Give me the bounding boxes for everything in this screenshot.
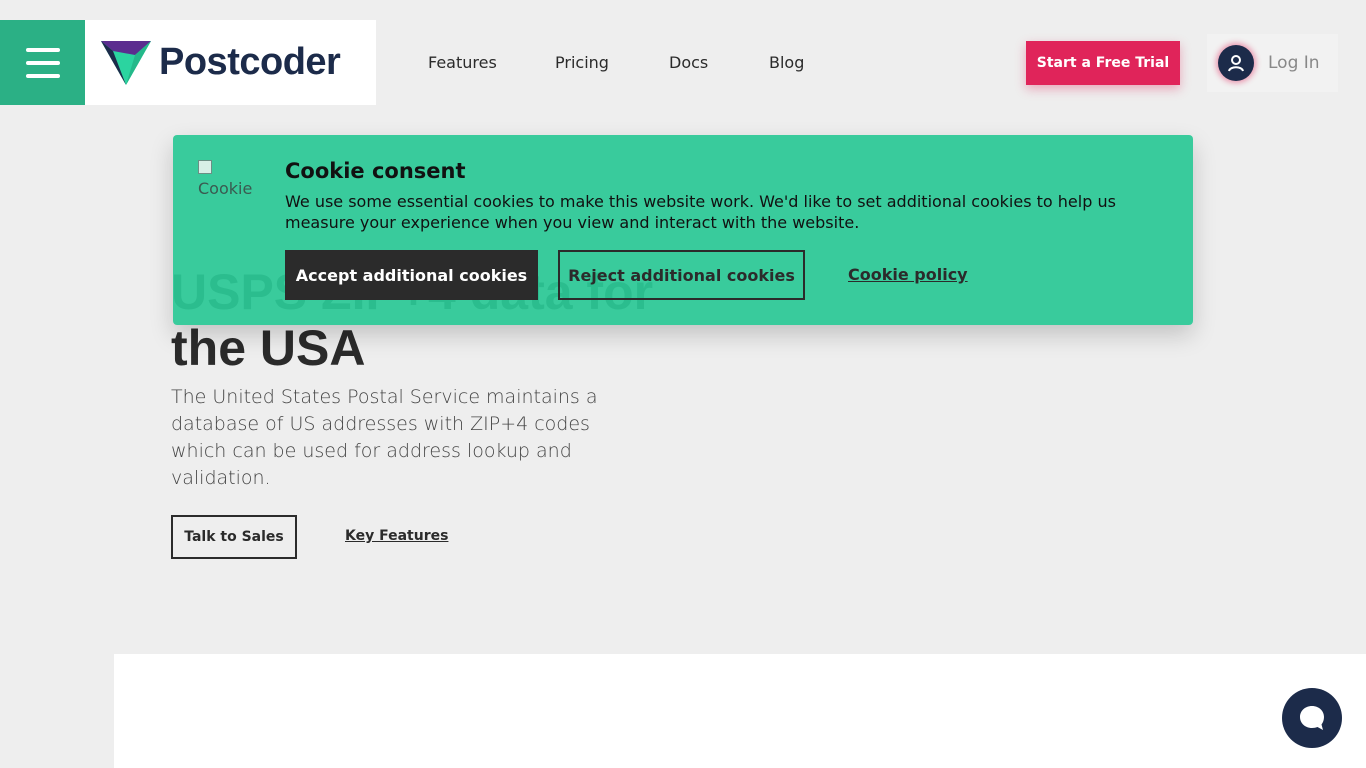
login-button[interactable]: Log In (1207, 34, 1338, 92)
menu-button[interactable] (0, 20, 85, 105)
accept-cookies-button[interactable]: Accept additional cookies (285, 250, 538, 300)
nav-blog[interactable]: Blog (769, 53, 804, 72)
cookie-consent-banner: Cookie Cookie consent We use some essent… (173, 135, 1193, 325)
cookie-text: We use some essential cookies to make th… (285, 192, 1116, 232)
cookie-image: Cookie (198, 160, 268, 198)
user-icon (1218, 45, 1254, 81)
nav-features[interactable]: Features (428, 53, 497, 72)
postcoder-logo-icon (101, 40, 151, 85)
cookie-title: Cookie consent (285, 159, 466, 183)
nav-pricing[interactable]: Pricing (555, 53, 609, 72)
chat-button[interactable] (1282, 688, 1342, 748)
brand-name: Postcoder (159, 41, 341, 83)
login-label: Log In (1268, 53, 1320, 73)
start-free-trial-button[interactable]: Start a Free Trial (1026, 41, 1180, 85)
chat-bubble-icon (1300, 706, 1324, 730)
logo[interactable]: Postcoder (85, 20, 376, 105)
hero-description: The United States Postal Service maintai… (171, 386, 598, 489)
nav-docs[interactable]: Docs (669, 53, 708, 72)
key-features-link[interactable]: Key Features (345, 528, 448, 544)
hamburger-icon (25, 47, 60, 52)
talk-to-sales-button[interactable]: Talk to Sales (171, 515, 297, 559)
cookie-image-alt: Cookie (198, 179, 253, 198)
broken-image-icon (198, 160, 212, 174)
content-panel (114, 654, 1366, 768)
cookie-policy-link[interactable]: Cookie policy (848, 265, 968, 284)
reject-cookies-button[interactable]: Reject additional cookies (558, 250, 805, 300)
